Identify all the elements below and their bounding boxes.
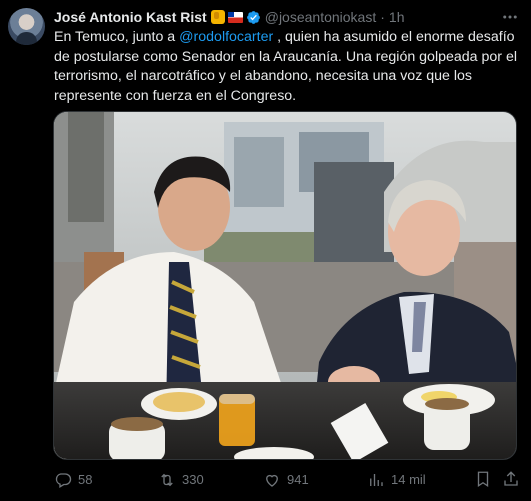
photo-scene <box>54 112 516 459</box>
action-bar: 58 330 941 14 mil <box>54 470 520 492</box>
repost-icon <box>161 473 173 487</box>
heart-icon <box>266 474 278 487</box>
more-options-icon[interactable] <box>501 8 519 29</box>
chile-flag-icon <box>227 11 243 23</box>
tweet-text-start: En Temuco, junto a <box>54 29 180 45</box>
timestamp[interactable]: 1h <box>389 8 405 26</box>
bookmark-button[interactable] <box>474 470 492 488</box>
share-icon <box>504 471 518 486</box>
reply-button[interactable]: 58 <box>54 470 92 490</box>
views-button[interactable]: 14 mil <box>367 470 426 490</box>
author-name[interactable]: José Antonio Kast Rist <box>54 8 207 26</box>
views-icon <box>370 474 383 486</box>
separator-dot: · <box>380 9 385 25</box>
reply-icon <box>55 473 72 488</box>
tweet-header: José Antonio Kast Rist @joseantoniokast … <box>54 8 405 26</box>
name-emojis <box>210 10 261 25</box>
avatar[interactable] <box>8 8 45 45</box>
views-count: 14 mil <box>391 472 426 487</box>
tweet[interactable]: José Antonio Kast Rist @joseantoniokast … <box>0 0 531 501</box>
tweet-photo[interactable] <box>53 111 517 460</box>
like-count: 941 <box>287 472 309 487</box>
share-button[interactable] <box>502 470 520 488</box>
repost-button[interactable]: 330 <box>158 470 204 490</box>
mention-link[interactable]: @rodolfocarter <box>179 29 273 45</box>
author-handle[interactable]: @joseantoniokast <box>265 8 377 26</box>
repost-count: 330 <box>182 472 204 487</box>
like-button[interactable]: 941 <box>263 470 309 490</box>
verified-badge-icon[interactable] <box>246 10 261 25</box>
tweet-text: En Temuco, junto a @rodolfocarter , quie… <box>54 28 524 106</box>
reply-count: 58 <box>78 472 93 487</box>
bookmark-icon <box>477 471 489 488</box>
thumbs-up-icon <box>210 10 225 24</box>
